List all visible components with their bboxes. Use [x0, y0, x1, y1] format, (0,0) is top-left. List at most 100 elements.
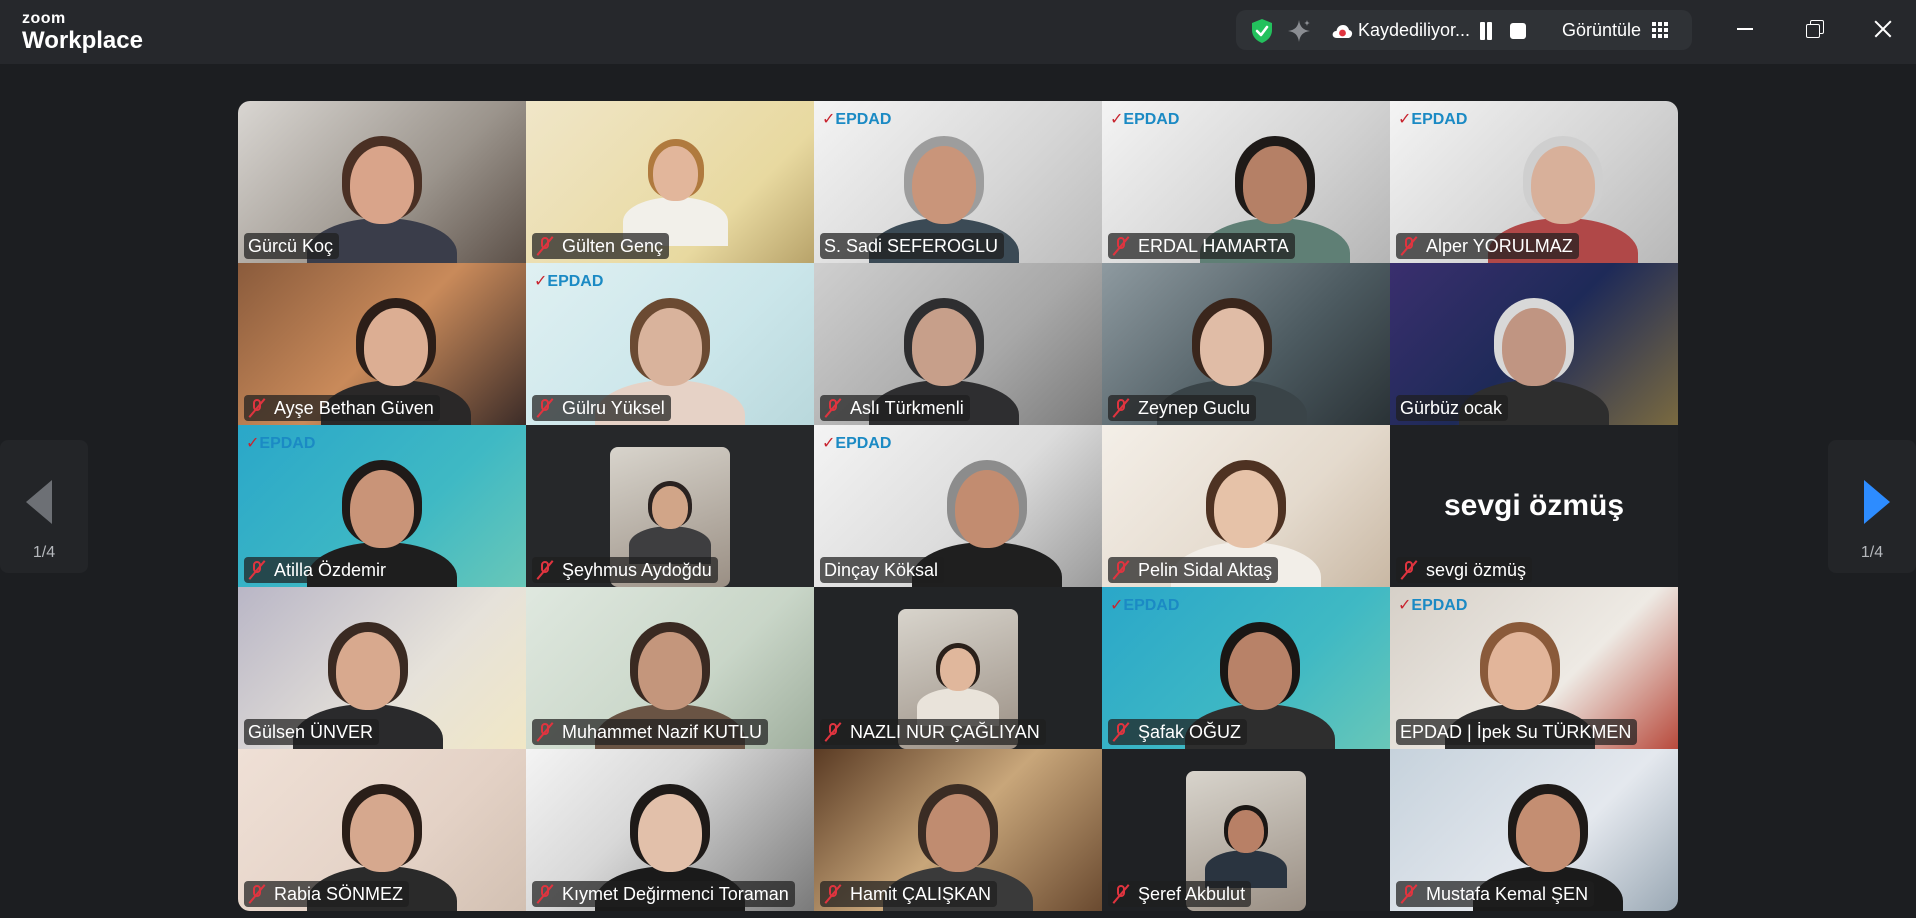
participant-tile[interactable]: Hamit ÇALIŞKAN [814, 749, 1102, 911]
participant-name: Dinçay Köksal [824, 559, 939, 580]
participant-face [350, 146, 414, 225]
participant-name: Mustafa Kemal ŞEN [1426, 883, 1589, 904]
shield-check-icon[interactable] [1250, 18, 1274, 44]
participant-nameplate: Zeynep Guclu [1108, 395, 1257, 421]
mic-muted-icon [1112, 884, 1130, 904]
view-menu-button[interactable]: Görüntüle [1562, 20, 1641, 41]
participant-face [1516, 794, 1581, 873]
participant-tile[interactable]: ✓EPDAD EPDAD | İpek Su TÜRKMEN [1390, 587, 1678, 749]
zoom-workplace-logo: zoom Workplace [22, 11, 143, 53]
participant-name: Muhammet Nazif KUTLU [562, 721, 763, 742]
participant-tile[interactable]: Ayşe Bethan Güven [238, 263, 526, 425]
participant-tile[interactable]: Aslı Türkmenli [814, 263, 1102, 425]
mic-muted-icon [824, 722, 842, 742]
participant-face [940, 648, 976, 692]
participant-tile[interactable]: Kıymet Değirmenci Toraman [526, 749, 814, 911]
chevron-right-icon [1864, 480, 1890, 524]
mic-muted-icon [248, 884, 266, 904]
participant-nameplate: Pelin Sidal Aktaş [1108, 557, 1279, 583]
mic-muted-icon [536, 722, 554, 742]
participant-name: Gülsen ÜNVER [248, 721, 374, 742]
participant-tile[interactable]: Pelin Sidal Aktaş [1102, 425, 1390, 587]
participant-name: Hamit ÇALIŞKAN [850, 883, 992, 904]
participant-nameplate: NAZLI NUR ÇAĞLIYAN [820, 719, 1046, 745]
participant-tile[interactable]: ✓EPDAD Şafak OĞUZ [1102, 587, 1390, 749]
participant-face [350, 470, 414, 549]
participant-face [926, 794, 990, 873]
mic-muted-icon [1400, 236, 1418, 256]
participant-tile[interactable]: Şeyhmus Aydoğdu [526, 425, 814, 587]
maximize-button[interactable] [1800, 14, 1830, 44]
mic-muted-icon [824, 398, 842, 418]
participant-nameplate: Muhammet Nazif KUTLU [532, 719, 769, 745]
participant-name: Atilla Özdemir [274, 559, 387, 580]
participant-tile[interactable]: ✓EPDAD Dinçay Köksal [814, 425, 1102, 587]
mic-muted-icon [1112, 398, 1130, 418]
pause-recording-button[interactable] [1478, 22, 1494, 40]
epdad-background-logo: ✓EPDAD [822, 111, 892, 128]
mic-muted-icon [248, 560, 266, 580]
participant-nameplate: Şeref Akbulut [1108, 881, 1252, 907]
recording-status-label[interactable]: Kaydediliyor... [1358, 20, 1470, 41]
mic-muted-icon [536, 884, 554, 904]
mic-muted-icon [1112, 722, 1130, 742]
participant-tile[interactable]: NAZLI NUR ÇAĞLIYAN [814, 587, 1102, 749]
mic-muted-icon [1400, 884, 1418, 904]
participant-nameplate: Gülsen ÜNVER [244, 719, 380, 745]
participant-tile[interactable]: Şeref Akbulut [1102, 749, 1390, 911]
participant-name: ERDAL HAMARTA [1138, 235, 1289, 256]
participant-tile[interactable]: Gürbüz ocak [1390, 263, 1678, 425]
participant-nameplate: Gülru Yüksel [532, 395, 671, 421]
participant-tile[interactable]: Gülsen ÜNVER [238, 587, 526, 749]
gallery-view: Gürcü Koç Gülten Genç ✓EPDAD S. Sadi SEFERO… [238, 101, 1678, 911]
epdad-background-logo: ✓EPDAD [1110, 597, 1180, 614]
participant-name: sevgi özmüş [1426, 559, 1527, 580]
participant-face [1487, 632, 1552, 711]
minimize-button[interactable] [1730, 14, 1760, 44]
participant-nameplate: Atilla Özdemir [244, 557, 393, 583]
mic-muted-icon [1112, 236, 1130, 256]
participant-face [954, 470, 1019, 549]
participant-name: Gürcü Koç [248, 235, 334, 256]
participant-tile[interactable]: ✓EPDAD Gülru Yüksel [526, 263, 814, 425]
participant-name: EPDAD | İpek Su TÜRKMEN [1400, 721, 1632, 742]
participant-tile[interactable]: sevgi özmüş sevgi özmüş [1390, 425, 1678, 587]
participant-face [350, 794, 414, 873]
logo-brand: zoom [22, 10, 66, 27]
mic-muted-icon [536, 236, 554, 256]
participant-nameplate: S. Sadi SEFEROGLU [820, 233, 1005, 259]
chevron-left-icon [26, 480, 52, 524]
participant-name: Ayşe Bethan Güven [274, 397, 434, 418]
participant-tile[interactable]: Gülten Genç [526, 101, 814, 263]
participant-name: Zeynep Guclu [1138, 397, 1251, 418]
grid-view-icon[interactable] [1652, 22, 1668, 38]
epdad-background-logo: ✓EPDAD [1398, 597, 1468, 614]
participant-tile[interactable]: ✓EPDAD S. Sadi SEFEROGLU [814, 101, 1102, 263]
participant-tile[interactable]: ✓EPDAD ERDAL HAMARTA [1102, 101, 1390, 263]
participant-tile[interactable]: Gürcü Koç [238, 101, 526, 263]
participant-tile[interactable]: Muhammet Nazif KUTLU [526, 587, 814, 749]
participant-name: Aslı Türkmenli [850, 397, 964, 418]
close-button[interactable] [1868, 14, 1898, 44]
participant-nameplate: Aslı Türkmenli [820, 395, 970, 421]
participant-tile[interactable]: ✓EPDAD Atilla Özdemir [238, 425, 526, 587]
mic-muted-icon [1400, 560, 1418, 580]
pause-icon [1480, 22, 1485, 40]
participant-name: Şeyhmus Aydoğdu [562, 559, 712, 580]
participant-tile[interactable]: ✓EPDAD Alper YORULMAZ [1390, 101, 1678, 263]
stop-recording-button[interactable] [1510, 23, 1526, 39]
ai-sparkle-icon[interactable] [1286, 18, 1312, 44]
title-bar: zoom Workplace Kaydediliyor... Görüntüle [0, 0, 1916, 64]
participant-face [1214, 470, 1278, 549]
page-indicator-left: 1/4 [32, 544, 56, 561]
participant-tile[interactable]: Mustafa Kemal ŞEN [1390, 749, 1678, 911]
participant-tile[interactable]: Rabia SÖNMEZ [238, 749, 526, 911]
participant-name: Gürbüz ocak [1400, 397, 1503, 418]
participant-tile[interactable]: Zeynep Guclu [1102, 263, 1390, 425]
participant-nameplate: Dinçay Köksal [820, 557, 945, 583]
previous-page-button[interactable]: 1/4 [0, 440, 88, 573]
participant-face [638, 794, 702, 873]
next-page-button[interactable]: 1/4 [1828, 440, 1916, 573]
participant-nameplate: Şeyhmus Aydoğdu [532, 557, 718, 583]
mic-muted-icon [536, 560, 554, 580]
